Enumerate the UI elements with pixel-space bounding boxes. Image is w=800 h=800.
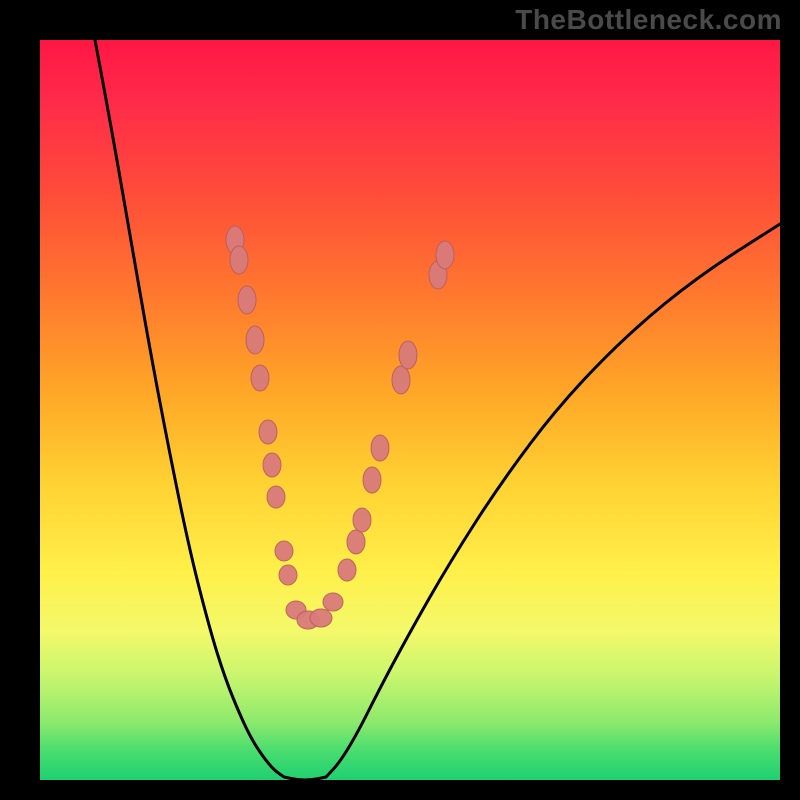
curve-marker bbox=[246, 326, 264, 354]
curve-marker bbox=[230, 246, 248, 274]
curve-marker bbox=[259, 420, 277, 444]
curve-marker bbox=[436, 241, 454, 269]
curve-marker bbox=[347, 530, 365, 554]
curve-marker bbox=[279, 565, 297, 585]
curve-marker bbox=[310, 609, 332, 627]
curve-marker bbox=[275, 541, 293, 561]
curve-markers bbox=[226, 226, 454, 629]
curve-marker bbox=[371, 435, 389, 461]
curve-marker bbox=[353, 508, 371, 532]
curve-marker bbox=[338, 559, 356, 581]
curve-marker bbox=[399, 341, 417, 369]
curve-layer bbox=[40, 40, 780, 780]
curve-marker bbox=[323, 593, 343, 611]
curve-marker bbox=[251, 365, 269, 391]
curve-marker bbox=[267, 486, 285, 508]
bottleneck-curve bbox=[95, 40, 780, 780]
curve-marker bbox=[263, 453, 281, 477]
bottleneck-curve-path bbox=[95, 40, 780, 780]
curve-marker bbox=[392, 366, 410, 394]
curve-marker bbox=[363, 467, 381, 493]
attribution-label: TheBottleneck.com bbox=[515, 4, 782, 36]
chart-frame: TheBottleneck.com bbox=[0, 0, 800, 800]
curve-marker bbox=[238, 286, 256, 314]
